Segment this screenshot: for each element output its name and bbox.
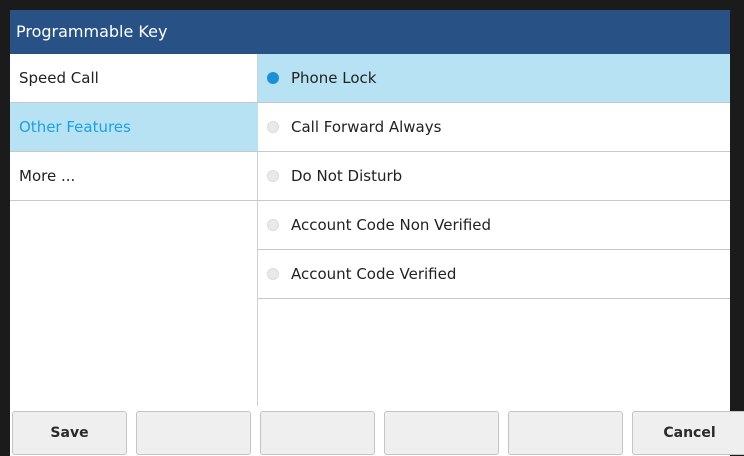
radio-unselected-icon: [267, 268, 279, 280]
page-title: Programmable Key: [10, 10, 730, 54]
option-call-forward-always[interactable]: Call Forward Always: [258, 103, 730, 152]
content-area: Speed Call Other Features More ... Phone…: [10, 54, 730, 406]
softkey-bar: Save Cancel: [10, 406, 744, 456]
option-label: Account Code Non Verified: [291, 216, 492, 234]
option-phone-lock[interactable]: Phone Lock: [258, 54, 730, 103]
save-button[interactable]: Save: [12, 411, 127, 455]
option-account-code-verified[interactable]: Account Code Verified: [258, 250, 730, 299]
radio-unselected-icon: [267, 219, 279, 231]
option-label: Phone Lock: [291, 69, 377, 87]
option-label: Do Not Disturb: [291, 167, 403, 185]
radio-unselected-icon: [267, 121, 279, 133]
phone-screen: Programmable Key Speed Call Other Featur…: [0, 0, 744, 456]
option-account-code-non-verified[interactable]: Account Code Non Verified: [258, 201, 730, 250]
cancel-button[interactable]: Cancel: [632, 411, 744, 455]
option-do-not-disturb[interactable]: Do Not Disturb: [258, 152, 730, 201]
softkey-4[interactable]: [384, 411, 499, 455]
softkey-2[interactable]: [136, 411, 251, 455]
radio-selected-icon: [267, 72, 279, 84]
softkey-3[interactable]: [260, 411, 375, 455]
category-item-other-features[interactable]: Other Features: [10, 103, 258, 152]
option-label: Call Forward Always: [291, 118, 442, 136]
category-item-more[interactable]: More ...: [10, 152, 258, 201]
option-label: Account Code Verified: [291, 265, 457, 283]
feature-options-list: Phone Lock Call Forward Always Do Not Di…: [258, 54, 730, 406]
softkey-5[interactable]: [508, 411, 623, 455]
radio-unselected-icon: [267, 170, 279, 182]
category-item-speed-call[interactable]: Speed Call: [10, 54, 258, 103]
category-menu: Speed Call Other Features More ...: [10, 54, 258, 406]
